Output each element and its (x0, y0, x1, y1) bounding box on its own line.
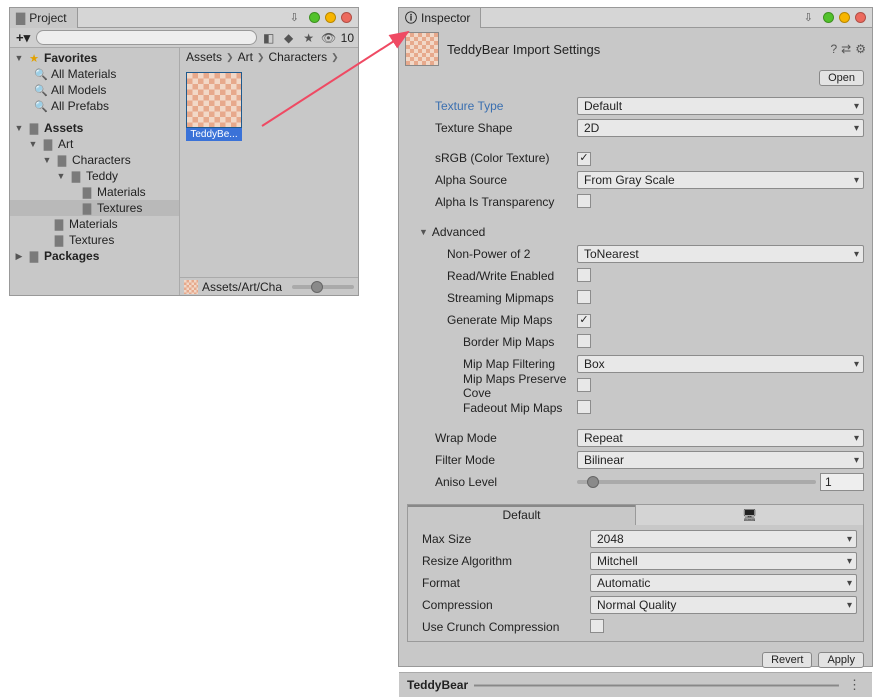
texture-preview-icon (405, 32, 439, 66)
thumbnail-size-slider[interactable] (292, 285, 354, 289)
info-icon: ⓘ (405, 9, 417, 26)
filter-type-icon[interactable]: ◧ (261, 30, 277, 46)
folder-icon: ▇ (69, 170, 83, 183)
inspector-tab[interactable]: ⓘ Inspector (399, 8, 481, 28)
window-max-icon[interactable] (325, 12, 336, 23)
open-button[interactable]: Open (819, 70, 864, 86)
alpha-transparency-checkbox[interactable] (577, 194, 591, 208)
tree-all-materials[interactable]: 🔍All Materials (10, 66, 179, 82)
alpha-source-dropdown[interactable]: From Gray Scale (577, 171, 864, 189)
preview-name: TeddyBear (407, 678, 468, 692)
visibility-count: 10 (341, 31, 354, 45)
search-input[interactable] (36, 30, 257, 45)
npot-dropdown[interactable]: ToNearest (577, 245, 864, 263)
revert-button[interactable]: Revert (762, 652, 812, 668)
srgb-checkbox[interactable]: ✓ (577, 152, 591, 166)
platform-tab-default[interactable]: Default (408, 505, 636, 525)
border-mipmaps-checkbox[interactable] (577, 334, 591, 348)
asset-label: TeddyBe... (186, 128, 242, 141)
tree-art[interactable]: ▼▇Art (10, 136, 179, 152)
project-tab-label: Project (29, 11, 66, 25)
filter-mode-dropdown[interactable]: Bilinear (577, 451, 864, 469)
gear-icon[interactable]: ⚙ (855, 42, 866, 56)
texture-type-dropdown[interactable]: Default (577, 97, 864, 115)
texture-thumbnail-icon (184, 280, 198, 294)
folder-icon: ▇ (52, 218, 66, 231)
tree-textures-2[interactable]: ▇Textures (10, 232, 179, 248)
read-write-checkbox[interactable] (577, 268, 591, 282)
status-path: Assets/Art/Cha (202, 280, 282, 294)
preset-icon[interactable]: ⇄ (841, 42, 851, 56)
tree-materials-2[interactable]: ▇Materials (10, 216, 179, 232)
aniso-slider[interactable] (577, 480, 816, 484)
project-tree[interactable]: ▼★Favorites 🔍All Materials 🔍All Models 🔍… (10, 48, 180, 295)
window-min-icon[interactable] (309, 12, 320, 23)
texture-thumbnail-icon (186, 72, 242, 128)
aniso-value-input[interactable]: 1 (820, 473, 864, 491)
help-icon[interactable]: ? (830, 42, 837, 56)
texture-shape-dropdown[interactable]: 2D (577, 119, 864, 137)
inspector-tab-label: Inspector (421, 11, 470, 25)
dock-icon[interactable]: ⇩ (286, 11, 303, 24)
folder-icon: ▇ (55, 154, 69, 167)
platform-tab-standalone[interactable]: 🖥 (636, 505, 863, 525)
tree-characters[interactable]: ▼▇Characters (10, 152, 179, 168)
apply-button[interactable]: Apply (818, 652, 864, 668)
tree-materials[interactable]: ▇Materials (10, 184, 179, 200)
streaming-mipmaps-checkbox[interactable] (577, 290, 591, 304)
dock-icon[interactable]: ⇩ (800, 11, 817, 24)
folder-icon: ▇ (16, 11, 25, 25)
tree-assets[interactable]: ▼▇Assets (10, 120, 179, 136)
star-icon: ★ (27, 52, 41, 65)
tree-textures[interactable]: ▇Textures (10, 200, 179, 216)
visibility-icon[interactable]: 👁 (321, 30, 337, 46)
folder-icon: ▇ (80, 202, 94, 215)
advanced-foldout[interactable]: ▼Advanced (407, 222, 864, 242)
folder-icon: ▇ (52, 234, 66, 247)
mip-preserve-checkbox[interactable] (577, 378, 591, 392)
project-tab[interactable]: ▇ Project (10, 8, 78, 28)
breadcrumb[interactable]: Assets❯ Art❯ Characters❯ (180, 48, 358, 66)
asset-teddybear[interactable]: TeddyBe... (186, 72, 242, 141)
folder-icon: ▇ (27, 122, 41, 135)
resize-algorithm-dropdown[interactable]: Mitchell (590, 552, 857, 570)
favorite-icon[interactable]: ★ (301, 30, 317, 46)
create-button[interactable]: +▾ (14, 30, 32, 46)
tree-all-prefabs[interactable]: 🔍All Prefabs (10, 98, 179, 114)
window-close-icon[interactable] (341, 12, 352, 23)
window-close-icon[interactable] (855, 12, 866, 23)
max-size-dropdown[interactable]: 2048 (590, 530, 857, 548)
compression-dropdown[interactable]: Normal Quality (590, 596, 857, 614)
tree-packages[interactable]: ▶▇Packages (10, 248, 179, 264)
wrap-mode-dropdown[interactable]: Repeat (577, 429, 864, 447)
texture-type-row: Texture Type Default (407, 96, 864, 116)
window-max-icon[interactable] (839, 12, 850, 23)
search-icon: 🔍 (34, 84, 48, 97)
search-icon: 🔍 (34, 68, 48, 81)
folder-icon: ▇ (80, 186, 94, 199)
monitor-icon: 🖥 (742, 508, 757, 522)
crunch-checkbox[interactable] (590, 619, 604, 633)
inspector-title: TeddyBear Import Settings (447, 42, 600, 57)
fadeout-mipmaps-checkbox[interactable] (577, 400, 591, 414)
filter-label-icon[interactable]: ◆ (281, 30, 297, 46)
generate-mipmaps-checkbox[interactable]: ✓ (577, 314, 591, 328)
mipmap-filtering-dropdown[interactable]: Box (577, 355, 864, 373)
folder-icon: ▇ (41, 138, 55, 151)
tree-teddy[interactable]: ▼▇Teddy (10, 168, 179, 184)
search-icon: 🔍 (34, 100, 48, 113)
tree-all-models[interactable]: 🔍All Models (10, 82, 179, 98)
window-min-icon[interactable] (823, 12, 834, 23)
format-dropdown[interactable]: Automatic (590, 574, 857, 592)
tree-favorites[interactable]: ▼★Favorites (10, 50, 179, 66)
preview-menu-icon[interactable]: ⋮ (845, 677, 864, 693)
folder-icon: ▇ (27, 250, 41, 263)
